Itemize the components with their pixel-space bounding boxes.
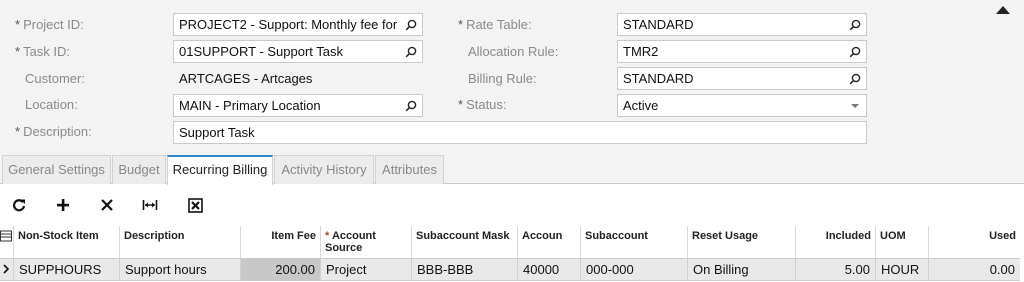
excel-export-icon[interactable] [183, 193, 207, 217]
cell-included[interactable]: 5.00 [796, 259, 876, 281]
col-header-account[interactable]: Accoun [518, 226, 581, 258]
task-id-label: * Task ID: [15, 44, 71, 59]
col-header-used[interactable]: Used [929, 226, 1020, 258]
grid-toolbar [0, 185, 1024, 225]
col-header-subaccount[interactable]: Subaccount [581, 226, 688, 258]
location-value: MAIN - Primary Location [179, 98, 321, 113]
col-header-included[interactable]: Included [796, 226, 876, 258]
tab-general-settings[interactable]: General Settings [2, 155, 111, 184]
refresh-icon[interactable] [7, 193, 31, 217]
task-id-field[interactable]: 01SUPPORT - Support Task [173, 40, 423, 63]
project-id-field[interactable]: PROJECT2 - Support: Monthly fee for [173, 13, 423, 36]
billing-rule-value: STANDARD [623, 71, 694, 86]
search-icon[interactable] [404, 41, 418, 62]
tab-bar: General Settings Budget Recurring Billin… [0, 153, 1024, 185]
col-header-subaccount-mask[interactable]: Subaccount Mask [412, 226, 518, 258]
rate-table-label: * Rate Table: [458, 17, 532, 32]
status-label: * Status: [458, 97, 507, 112]
allocation-rule-value: TMR2 [623, 44, 659, 59]
row-selector-header[interactable] [0, 226, 14, 258]
project-id-label: * Project ID: [15, 17, 84, 32]
rate-table-value: STANDARD [623, 17, 694, 32]
cell-subaccount[interactable]: 000-000 [581, 259, 688, 281]
location-field[interactable]: MAIN - Primary Location [173, 94, 423, 117]
search-icon[interactable] [848, 68, 862, 89]
project-id-value: PROJECT2 - Support: Monthly fee for [179, 17, 398, 32]
fit-width-icon[interactable] [138, 193, 162, 217]
rate-table-field[interactable]: STANDARD [617, 13, 867, 36]
recurring-billing-grid: Non-Stock Item Description Item Fee * Ac… [0, 226, 1020, 282]
search-icon[interactable] [404, 14, 418, 35]
col-header-non-stock-item[interactable]: Non-Stock Item [14, 226, 120, 258]
col-header-item-fee[interactable]: Item Fee [241, 226, 321, 258]
search-icon[interactable] [848, 14, 862, 35]
row-pointer-icon[interactable] [0, 259, 14, 281]
cell-uom[interactable]: HOUR [876, 259, 929, 281]
chevron-down-icon[interactable] [848, 95, 862, 116]
collapse-arrow-icon[interactable] [996, 6, 1010, 14]
allocation-rule-label: Allocation Rule: [468, 44, 559, 59]
col-header-reset-usage[interactable]: Reset Usage [688, 226, 796, 258]
cell-item-fee[interactable]: 200.00 [241, 259, 321, 281]
col-header-uom[interactable]: UOM [876, 226, 929, 258]
search-icon[interactable] [404, 95, 418, 116]
tab-recurring-billing[interactable]: Recurring Billing [167, 155, 273, 185]
cell-reset-usage[interactable]: On Billing [688, 259, 796, 281]
plus-icon[interactable] [51, 193, 75, 217]
customer-value: ARTCAGES - Artcages [179, 71, 313, 86]
status-value: Active [623, 98, 659, 113]
description-field[interactable]: Support Task [173, 121, 867, 144]
tab-activity-history[interactable]: Activity History [274, 155, 374, 184]
status-select[interactable]: Active [617, 94, 867, 117]
task-form: * Project ID: * Task ID: Customer: Locatio… [0, 0, 1024, 153]
cell-non-stock-item[interactable]: SUPPHOURS [14, 259, 120, 281]
close-icon[interactable] [95, 193, 119, 217]
description-value: Support Task [179, 125, 255, 140]
grid-settings-icon [0, 230, 12, 242]
cell-account[interactable]: 40000 [518, 259, 581, 281]
col-header-account-source[interactable]: * Account Source [321, 226, 412, 258]
tab-attributes[interactable]: Attributes [375, 155, 444, 184]
cell-account-source[interactable]: Project [321, 259, 412, 281]
location-label: Location: [25, 97, 78, 112]
tab-budget[interactable]: Budget [112, 155, 166, 184]
cell-description[interactable]: Support hours [120, 259, 241, 281]
search-icon[interactable] [848, 41, 862, 62]
col-header-description[interactable]: Description [120, 226, 241, 258]
description-label: * Description: [15, 124, 92, 139]
allocation-rule-field[interactable]: TMR2 [617, 40, 867, 63]
billing-rule-label: Billing Rule: [468, 71, 537, 86]
customer-label: Customer: [25, 71, 85, 86]
cell-subaccount-mask[interactable]: BBB-BBB [412, 259, 518, 281]
task-id-value: 01SUPPORT - Support Task [179, 44, 344, 59]
billing-rule-field[interactable]: STANDARD [617, 67, 867, 90]
cell-used[interactable]: 0.00 [929, 259, 1020, 281]
